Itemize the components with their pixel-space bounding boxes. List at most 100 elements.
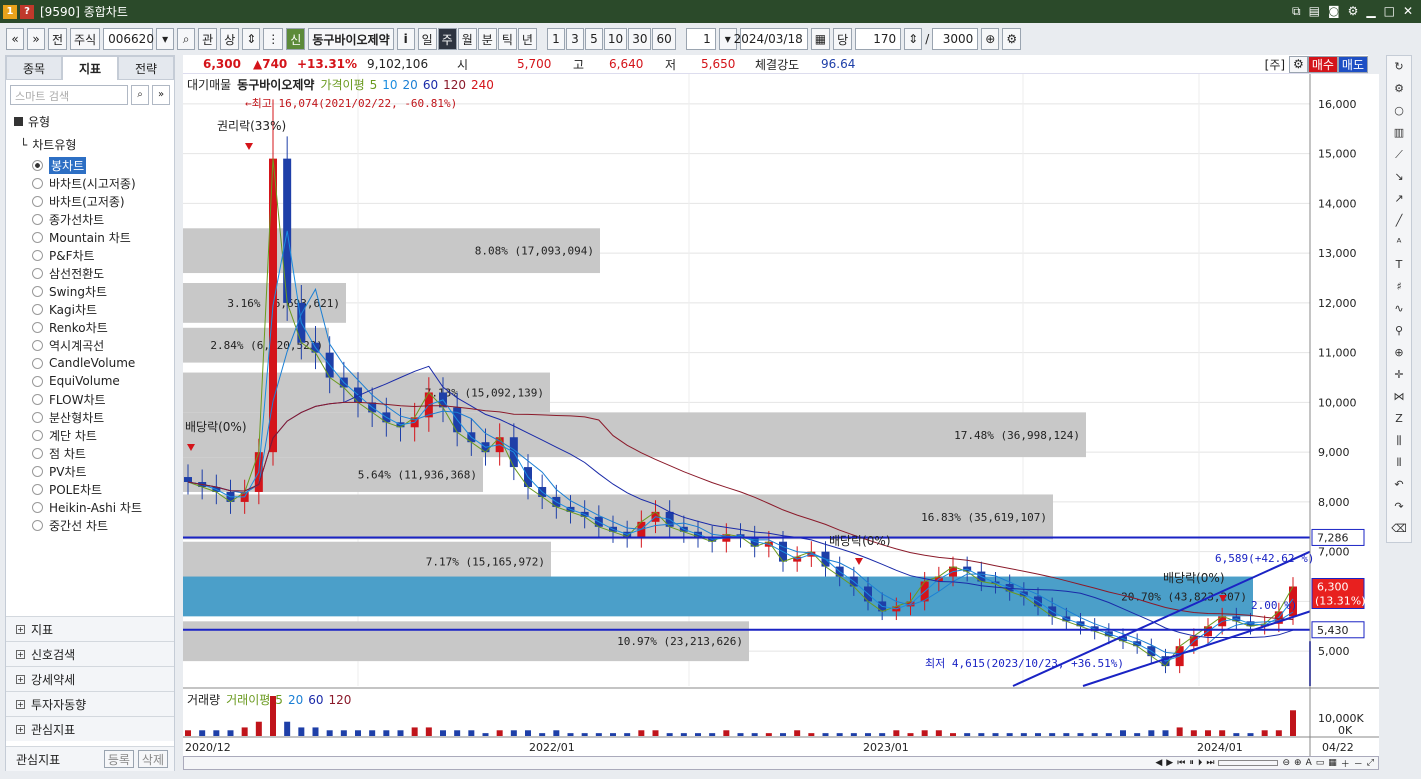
period-tab-5[interactable]: 년 bbox=[517, 28, 537, 50]
auto-icon[interactable]: ᴬ bbox=[1390, 234, 1408, 252]
chart-settings-icon[interactable]: ⚙ bbox=[1002, 28, 1022, 50]
window-list-icon[interactable]: ▤ bbox=[1309, 4, 1320, 19]
left-group-0[interactable]: + 지표 bbox=[6, 616, 174, 641]
radio-icon[interactable] bbox=[32, 213, 43, 225]
nav-prev-button[interactable]: « bbox=[6, 28, 24, 50]
zoom-slider[interactable] bbox=[1218, 760, 1279, 766]
search-icon[interactable]: ⌕ bbox=[131, 85, 149, 105]
radio-icon[interactable] bbox=[32, 231, 43, 243]
minute-tab-3[interactable]: 10 bbox=[603, 28, 628, 50]
buy-button[interactable]: 매수 bbox=[1307, 55, 1338, 73]
more-icon[interactable]: ⋮ bbox=[263, 28, 284, 50]
remove-pane-icon[interactable]: － bbox=[1354, 757, 1363, 770]
left-tab-0[interactable]: 종목 bbox=[6, 56, 62, 80]
chart-type-item[interactable]: 중간선 차트 bbox=[6, 516, 174, 534]
chart-type-header[interactable]: └ 차트유형 bbox=[6, 133, 174, 156]
radio-icon[interactable] bbox=[32, 501, 43, 513]
radio-icon[interactable] bbox=[32, 375, 43, 387]
eraser-icon[interactable]: ⌫ bbox=[1390, 520, 1408, 538]
scroll-left-icon[interactable]: ◀ bbox=[1155, 758, 1162, 768]
camera-icon[interactable]: ◙ bbox=[1328, 4, 1340, 19]
zoom-icon[interactable]: ⊕ bbox=[981, 28, 1000, 50]
chart-type-item[interactable]: EquiVolume bbox=[6, 372, 174, 390]
search-button[interactable]: ⌕ bbox=[177, 28, 196, 50]
settings-icon[interactable]: ⚙ bbox=[1348, 4, 1359, 19]
interval-input[interactable]: 1 bbox=[685, 28, 716, 50]
radio-icon[interactable] bbox=[32, 303, 43, 315]
bars-icon[interactable]: ⫼ bbox=[1390, 432, 1408, 450]
date-input[interactable]: 2024/03/18 bbox=[734, 28, 808, 50]
stock-code-input[interactable]: 006620 bbox=[103, 28, 154, 50]
radio-icon[interactable] bbox=[32, 177, 43, 189]
left-tab-2[interactable]: 전략 bbox=[118, 56, 174, 80]
left-group-3[interactable]: + 투자자동향 bbox=[6, 691, 174, 716]
cycle-icon[interactable]: ∿ bbox=[1390, 300, 1408, 318]
pricebar-settings-icon[interactable]: ⚙ bbox=[1289, 55, 1308, 73]
fibonacci-icon[interactable]: ♯ bbox=[1390, 278, 1408, 296]
minute-tab-1[interactable]: 3 bbox=[565, 28, 584, 50]
zigzag-icon[interactable]: Z bbox=[1390, 410, 1408, 428]
related-button[interactable]: 관 bbox=[198, 28, 218, 50]
chart-type-item[interactable]: 종가선차트 bbox=[6, 210, 174, 228]
crosshair-icon[interactable]: ✛ bbox=[1390, 366, 1408, 384]
chart-type-item[interactable]: Swing차트 bbox=[6, 282, 174, 300]
radio-icon[interactable] bbox=[32, 393, 43, 405]
sell-button[interactable]: 매도 bbox=[1337, 55, 1368, 73]
period-tab-1[interactable]: 주 bbox=[437, 28, 457, 50]
minute-tab-2[interactable]: 5 bbox=[584, 28, 603, 50]
pause-icon[interactable]: ⏸ bbox=[1189, 758, 1194, 768]
expand-icon[interactable]: » bbox=[152, 85, 170, 105]
radio-icon[interactable] bbox=[32, 465, 43, 477]
maximize-icon[interactable]: □ bbox=[1384, 4, 1395, 19]
period-tab-3[interactable]: 분 bbox=[477, 28, 497, 50]
chart-type-item[interactable]: 계단 차트 bbox=[6, 426, 174, 444]
refresh-icon[interactable]: ↻ bbox=[1390, 58, 1408, 76]
ray-icon[interactable]: ↘ bbox=[1390, 168, 1408, 186]
minute-tab-4[interactable]: 30 bbox=[628, 28, 652, 50]
smart-search-input[interactable]: 스마트 검색 bbox=[10, 85, 128, 105]
first-icon[interactable]: ⏮ bbox=[1177, 758, 1185, 768]
chart-type-item[interactable]: 분산형차트 bbox=[6, 408, 174, 426]
spin-icon[interactable]: ⇕ bbox=[242, 28, 261, 50]
chart-type-item[interactable]: CandleVolume bbox=[6, 354, 174, 372]
left-group-2[interactable]: + 강세약세 bbox=[6, 666, 174, 691]
minimize-icon[interactable]: ▁ bbox=[1366, 4, 1375, 19]
code-dropdown-icon[interactable]: ▾ bbox=[156, 28, 175, 50]
pattern-icon[interactable]: ⋈ bbox=[1390, 388, 1408, 406]
period-tab-0[interactable]: 일 bbox=[417, 28, 437, 50]
zoom-out-icon[interactable]: ⊖ bbox=[1282, 758, 1290, 768]
radio-icon[interactable] bbox=[32, 249, 43, 261]
zoom-in-icon[interactable]: ⊕ bbox=[1390, 344, 1408, 362]
chart-type-item[interactable]: 바차트(고저종) bbox=[6, 192, 174, 210]
nav-next-button[interactable]: » bbox=[27, 28, 45, 50]
chart-type-item[interactable]: 역시계곡선 bbox=[6, 336, 174, 354]
indicator-icon[interactable]: ▥ bbox=[1390, 124, 1408, 142]
chart-type-item[interactable]: Mountain 차트 bbox=[6, 228, 174, 246]
count-spin-icon[interactable]: ⇕ bbox=[904, 28, 923, 50]
chart-type-item[interactable]: 바차트(시고저종) bbox=[6, 174, 174, 192]
chart-type-item[interactable]: P&F차트 bbox=[6, 246, 174, 264]
trendline-icon[interactable]: ⟋ bbox=[1390, 146, 1408, 164]
reset-icon[interactable]: A bbox=[1306, 758, 1312, 768]
radio-icon[interactable] bbox=[32, 159, 43, 171]
columns-icon[interactable]: ⦀ bbox=[1390, 454, 1408, 472]
adjust-button[interactable]: 상 bbox=[220, 28, 240, 50]
calendar-icon[interactable]: ▦ bbox=[810, 28, 831, 50]
radio-icon[interactable] bbox=[32, 483, 43, 495]
chart-type-item[interactable]: PV차트 bbox=[6, 462, 174, 480]
display-count-input[interactable]: 170 bbox=[855, 28, 902, 50]
radio-icon[interactable] bbox=[32, 411, 43, 423]
text-icon[interactable]: T bbox=[1390, 256, 1408, 274]
window-badge-help[interactable]: ? bbox=[20, 4, 34, 19]
chart-type-item[interactable]: 삼선전환도 bbox=[6, 264, 174, 282]
close-icon[interactable]: ✕ bbox=[1403, 4, 1413, 19]
gear-icon[interactable]: ⚙ bbox=[1390, 80, 1408, 98]
grid-icon[interactable]: ▦ bbox=[1328, 758, 1337, 768]
magnify-icon[interactable]: ⚲ bbox=[1390, 322, 1408, 340]
chart-type-item[interactable]: 점 차트 bbox=[6, 444, 174, 462]
line-icon[interactable]: ╱ bbox=[1390, 212, 1408, 230]
radio-icon[interactable] bbox=[32, 195, 43, 207]
fit-icon[interactable]: ⤢ bbox=[1367, 758, 1374, 768]
link-icon[interactable]: ⧉ bbox=[1292, 4, 1301, 19]
max-count-input[interactable]: 3000 bbox=[932, 28, 979, 50]
